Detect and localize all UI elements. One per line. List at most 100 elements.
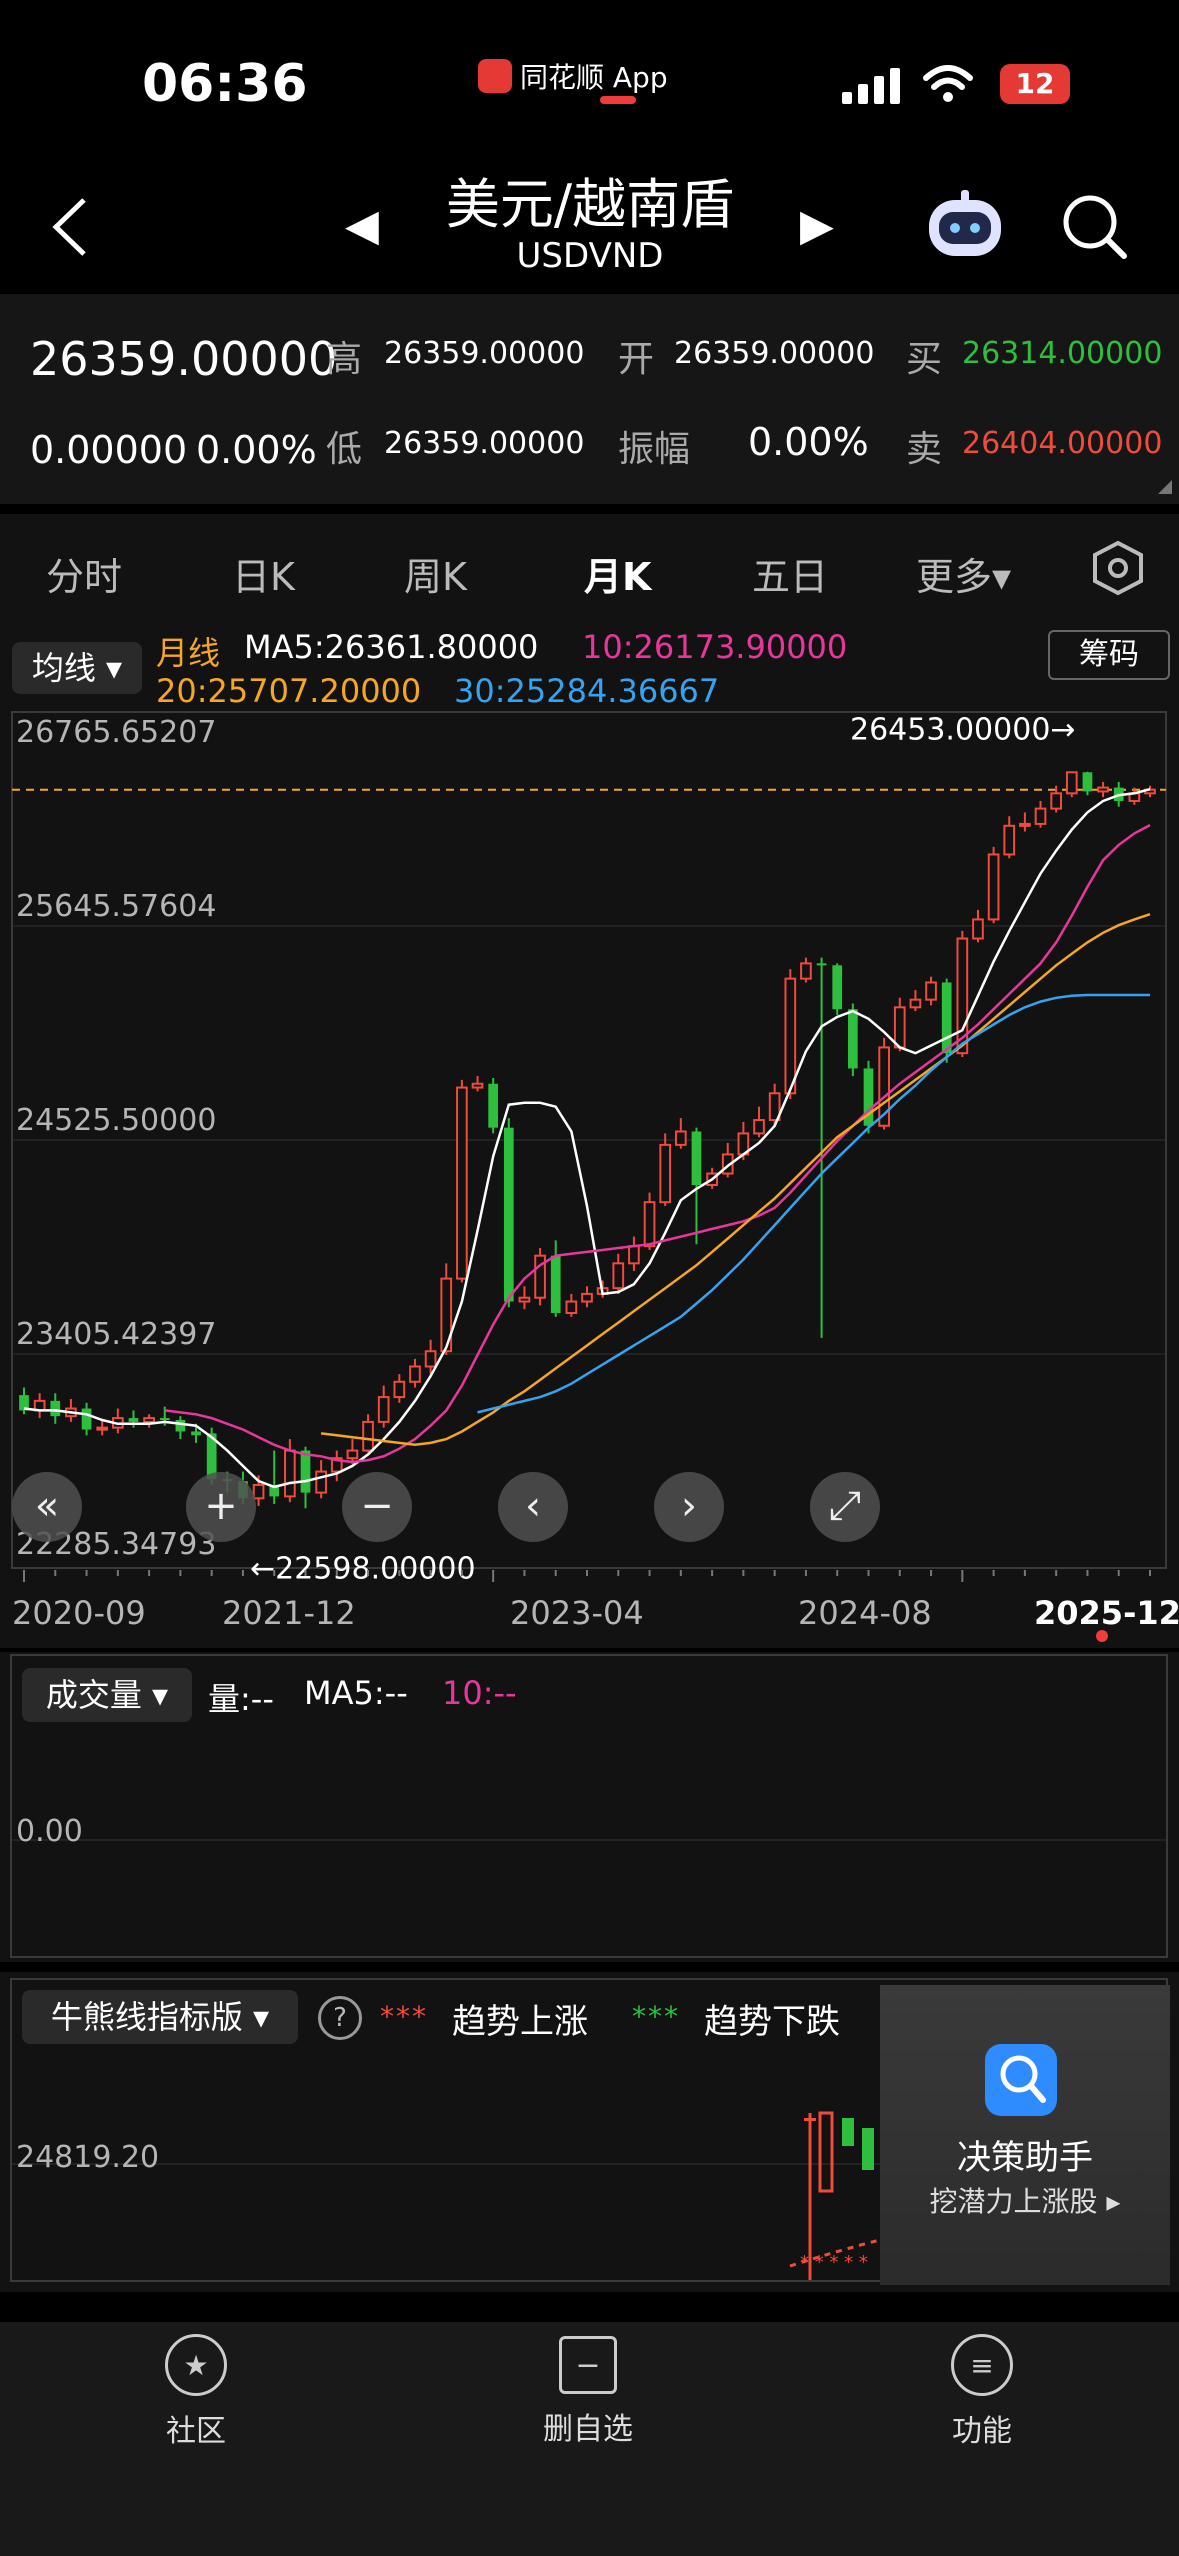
next-symbol-icon[interactable]: ▶ — [800, 200, 834, 251]
search-icon[interactable] — [1060, 192, 1130, 262]
candle-body — [909, 998, 922, 1009]
candle-body — [128, 1418, 139, 1422]
fullscreen-button[interactable]: ⤢ — [810, 1472, 880, 1542]
signal-icon — [842, 68, 900, 104]
prev-symbol-icon[interactable]: ◀ — [345, 200, 379, 251]
kline-chart[interactable]: 26765.65207 25645.57604 24525.50000 23405.4… — [0, 700, 1179, 1650]
menu-list-icon: ≡ — [951, 2334, 1013, 2396]
trend-down-label: 趋势下跌 — [704, 2002, 840, 2042]
candle-body — [1034, 807, 1047, 825]
community-label: 社区 — [166, 2414, 226, 2449]
community-button[interactable]: ★ 社区 — [136, 2334, 256, 2450]
candle-body — [50, 1400, 61, 1417]
y-tick-label: 26765.65207 — [16, 715, 216, 750]
tab-five-day[interactable]: 五日 — [752, 546, 828, 601]
candle-body — [1019, 822, 1031, 827]
bullbear-y-tick: 24819.20 — [16, 2140, 160, 2175]
price-change: 0.00000 — [30, 428, 188, 472]
volume-ma10: 10:-- — [442, 1674, 517, 1712]
candle-body — [832, 965, 843, 1010]
ma10-legend: 10:26173.90000 — [582, 628, 848, 666]
x-tick-label: 2020-09 — [12, 1594, 146, 1632]
bullbear-dropdown[interactable]: 牛熊线指标版 ▾ — [22, 1990, 298, 2044]
volume-y-tick: 0.00 — [16, 1814, 83, 1849]
candle-body — [848, 1009, 858, 1069]
candle-body — [691, 1131, 702, 1185]
rewind-button[interactable]: « — [12, 1472, 82, 1542]
period-tabs: 分时 日K 周K 月K 五日 更多▾ — [0, 514, 1179, 624]
bid-value: 26314.00000 — [962, 336, 1163, 371]
tab-daily-k[interactable]: 日K — [232, 546, 295, 601]
trend-up-marker: *** — [380, 2000, 428, 2033]
candle-body — [612, 1262, 625, 1290]
expand-corner-icon[interactable] — [1158, 480, 1172, 494]
tab-monthly-k[interactable]: 月K — [584, 546, 651, 601]
volume-ma5: MA5:-- — [304, 1674, 408, 1712]
current-period-dot — [1096, 1630, 1108, 1642]
back-icon[interactable] — [52, 196, 88, 258]
low-annotation: ←22598.00000 — [250, 1551, 476, 1586]
candle-body — [300, 1450, 311, 1493]
scroll-left-button[interactable]: ‹ — [498, 1472, 568, 1542]
open-value: 26359.00000 — [674, 336, 875, 371]
high-label: 高 — [326, 339, 363, 380]
zoom-out-button[interactable]: − — [342, 1472, 412, 1542]
y-tick-label: 23405.42397 — [16, 1317, 216, 1352]
zoom-in-button[interactable]: + — [186, 1472, 256, 1542]
open-label: 开 — [618, 339, 655, 380]
tab-more[interactable]: 更多▾ — [916, 546, 1011, 601]
symbol-code: USDVND — [516, 236, 664, 276]
candle-body — [424, 1350, 437, 1368]
high-annotation: 26453.00000→ — [850, 713, 1076, 748]
quote-panel — [0, 294, 1179, 504]
volume-label: 量:-- — [208, 1680, 274, 1718]
low-label: 低 — [326, 429, 363, 470]
candle-body — [284, 1449, 296, 1498]
candle-body — [81, 1408, 92, 1430]
settings-hexagon-icon[interactable] — [1092, 540, 1144, 596]
candle-body — [941, 982, 952, 1054]
candle-body — [1050, 792, 1063, 810]
ma5-legend: MA5:26361.80000 — [244, 628, 539, 666]
bid-label: 买 — [906, 339, 943, 380]
wifi-icon — [923, 65, 973, 102]
tab-weekly-k[interactable]: 周K — [404, 546, 467, 601]
indicator-dropdown[interactable]: 均线 ▾ — [12, 642, 142, 694]
scroll-right-button[interactable]: › — [654, 1472, 724, 1542]
functions-button[interactable]: ≡ 功能 — [922, 2334, 1042, 2450]
candle-body — [143, 1417, 155, 1423]
app-chip[interactable]: 同花顺 App — [478, 56, 668, 96]
volume-dropdown[interactable]: 成交量 ▾ — [22, 1668, 192, 1722]
battery-indicator: 12 — [1000, 64, 1070, 104]
candle-body — [643, 1201, 656, 1248]
chips-distribution-button[interactable]: 筹码 — [1048, 630, 1170, 680]
candle-body — [252, 1483, 265, 1500]
trend-down-marker: *** — [632, 2000, 680, 2033]
candle-body — [96, 1426, 109, 1431]
help-icon[interactable]: ? — [318, 1996, 362, 2040]
candle-body — [1097, 786, 1109, 793]
robot-assistant-icon[interactable] — [925, 188, 1005, 264]
remove-watchlist-label: 删自选 — [543, 2412, 633, 2447]
x-tick-label: 2023-04 — [510, 1594, 644, 1632]
candle-body — [784, 977, 797, 1095]
candle-body — [972, 918, 984, 940]
candle-body — [581, 1292, 593, 1303]
candle-body — [659, 1143, 672, 1204]
community-star-icon: ★ — [165, 2334, 227, 2396]
candle-body — [409, 1365, 421, 1383]
tab-intraday[interactable]: 分时 — [46, 546, 122, 601]
decision-assistant-subtitle: 挖潜力上涨股 ▸ — [929, 2185, 1121, 2218]
period-label: 月线 — [156, 634, 221, 672]
remove-watchlist-button[interactable]: − 删自选 — [528, 2336, 648, 2448]
app-name: 同花顺 App — [520, 61, 668, 94]
candle-body — [565, 1300, 578, 1315]
high-value: 26359.00000 — [384, 336, 585, 371]
low-value: 26359.00000 — [384, 426, 585, 461]
ma-line-ma10 — [164, 823, 1151, 1464]
y-tick-label: 25645.57604 — [16, 889, 216, 924]
candle-body — [159, 1418, 170, 1421]
candle-body — [503, 1127, 514, 1302]
ask-label: 卖 — [906, 429, 943, 470]
candle-body — [377, 1396, 390, 1423]
